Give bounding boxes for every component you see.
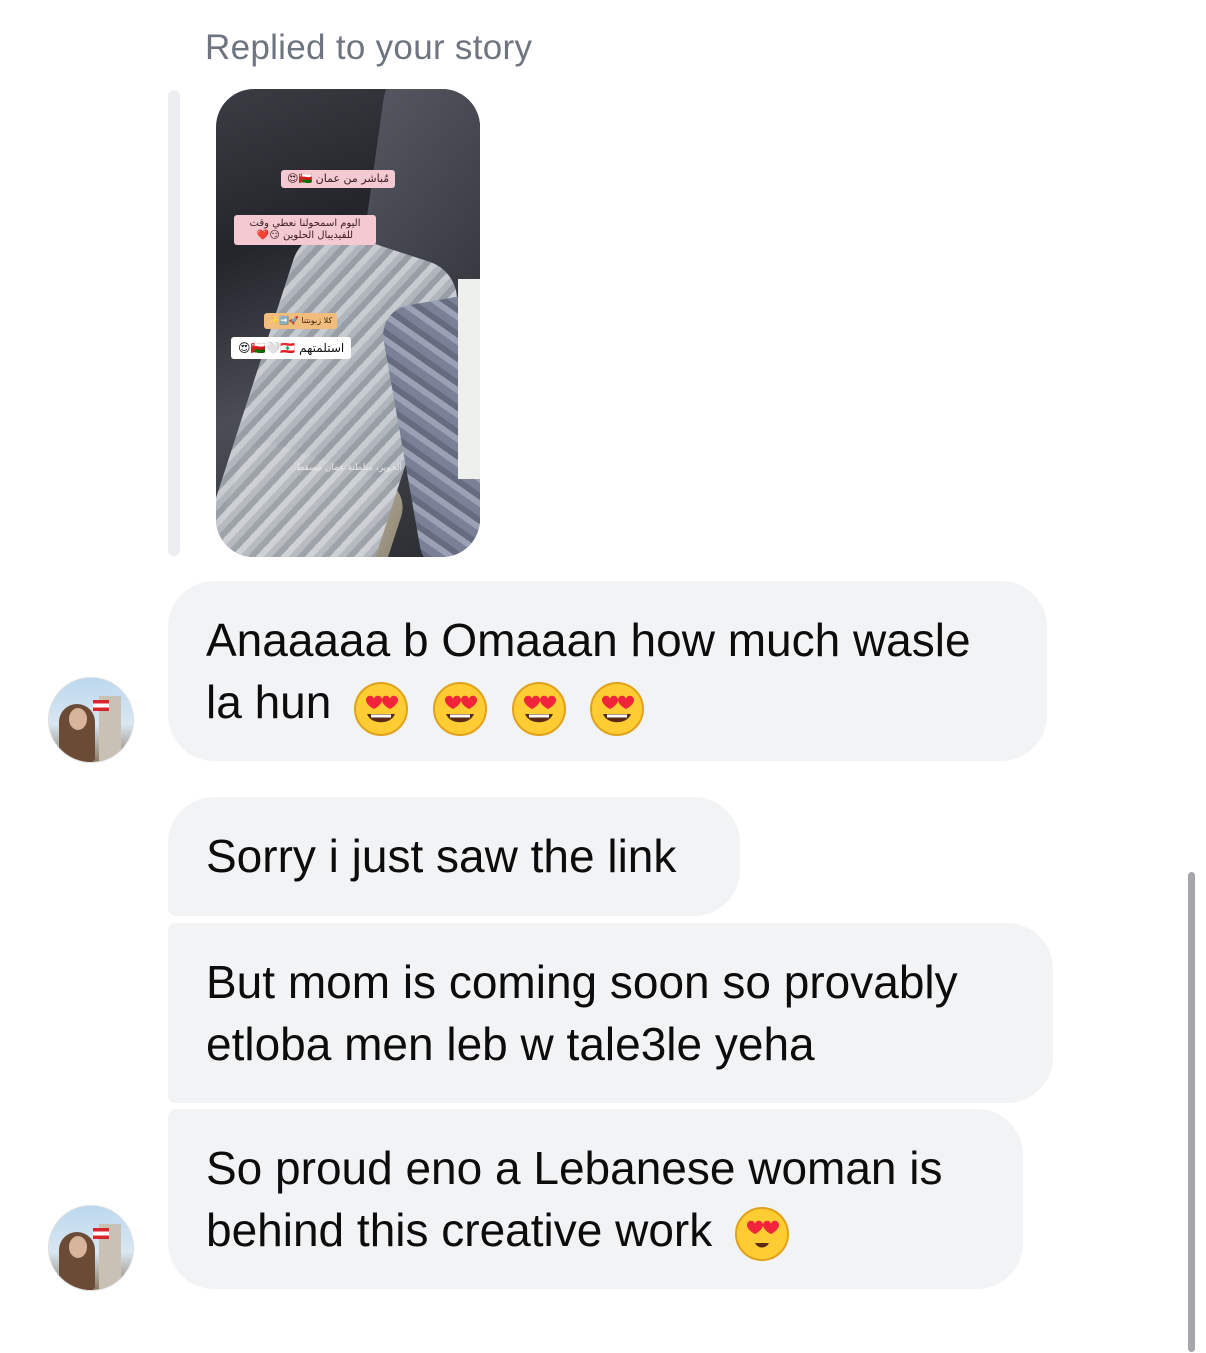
message-text: la hun: [206, 676, 332, 728]
story-sticker: كلا زبونتنا 🚀➡️✨: [264, 313, 338, 329]
message-text: But mom is coming soon so provably: [206, 956, 958, 1008]
message-text: behind this creative work: [206, 1204, 713, 1256]
avatar-face: [69, 1236, 87, 1258]
reply-label: Replied to your story: [205, 28, 533, 67]
heart-eyes-emoji-icon: [588, 680, 646, 738]
heart-eyes-emoji-icon: [510, 680, 568, 738]
message-bubble[interactable]: Anaaaaa b Omaaan how much wasle la hun: [168, 581, 1047, 761]
message-bubble[interactable]: Sorry i just saw the link: [168, 797, 740, 916]
reply-quote-bar: [168, 90, 180, 556]
heart-eyes-emoji-icon: [431, 680, 489, 738]
story-thumbnail[interactable]: مُباشر من عمان 🇴🇲😍 اليوم اسمحولنا نعطي و…: [216, 89, 480, 557]
lebanon-flag-icon: [93, 1228, 109, 1239]
story-sticker: مُباشر من عمان 🇴🇲😍: [281, 170, 396, 188]
message-bubble[interactable]: But mom is coming soon so provably etlob…: [168, 923, 1053, 1103]
message-bubble[interactable]: So proud eno a Lebanese woman is behind …: [168, 1109, 1023, 1289]
message-text: etloba men leb w tale3le yeha: [206, 1018, 815, 1070]
message-text-line: behind this creative work: [206, 1199, 985, 1263]
location-sticker: الخوير، سلطنة عمان مسقط: [296, 463, 402, 473]
story-sticker: استلمتهم 🇴🇲🤍🇱🇧😍: [231, 337, 352, 359]
message-text: Anaaaaa b Omaaan how much wasle: [206, 614, 971, 666]
avatar-face: [69, 708, 87, 730]
lebanon-flag-icon: [93, 700, 109, 711]
message-text-line: la hun: [206, 671, 1009, 738]
sender-avatar[interactable]: [48, 677, 134, 763]
heart-eyes-emoji-icon: [733, 1205, 791, 1263]
paper: [458, 279, 480, 479]
emoji-row: [344, 674, 646, 738]
message-text: So proud eno a Lebanese woman is: [206, 1142, 943, 1194]
sender-avatar[interactable]: [48, 1205, 134, 1291]
message-text: Sorry i just saw the link: [206, 830, 677, 882]
heart-eyes-emoji-icon: [352, 680, 410, 738]
story-sticker: اليوم اسمحولنا نعطي وقت للفيديبال الحلوي…: [234, 215, 376, 245]
scrollbar[interactable]: [1188, 872, 1195, 1352]
